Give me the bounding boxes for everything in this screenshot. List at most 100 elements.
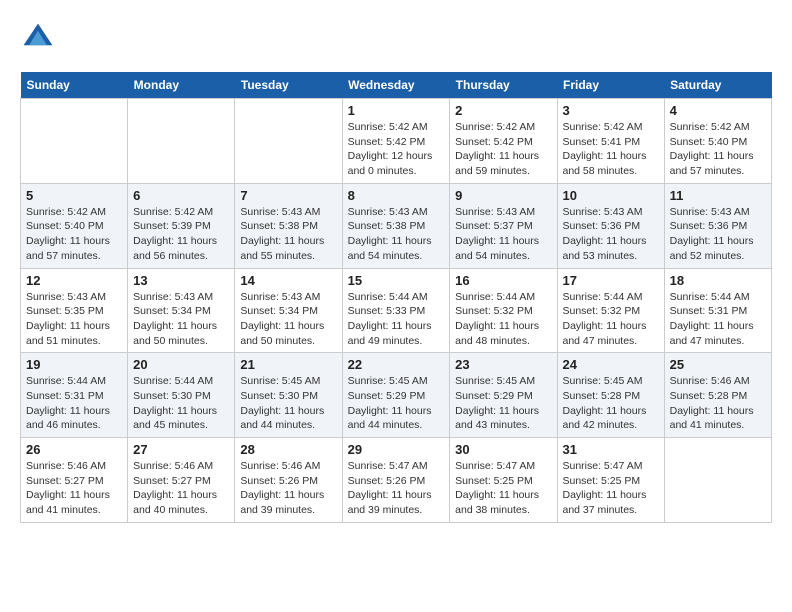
calendar-cell: 8 Sunrise: 5:43 AM Sunset: 5:38 PM Daylig…	[342, 183, 450, 268]
weekday-header-friday: Friday	[557, 72, 664, 99]
day-number: 20	[133, 357, 229, 372]
day-number: 15	[348, 273, 445, 288]
week-row-4: 19 Sunrise: 5:44 AM Sunset: 5:31 PM Dayli…	[21, 353, 772, 438]
day-info: Sunrise: 5:47 AM Sunset: 5:25 PM Dayligh…	[455, 459, 551, 518]
day-number: 22	[348, 357, 445, 372]
day-number: 9	[455, 188, 551, 203]
weekday-header-sunday: Sunday	[21, 72, 128, 99]
day-info: Sunrise: 5:44 AM Sunset: 5:33 PM Dayligh…	[348, 290, 445, 349]
day-info: Sunrise: 5:46 AM Sunset: 5:27 PM Dayligh…	[26, 459, 122, 518]
calendar-cell: 26 Sunrise: 5:46 AM Sunset: 5:27 PM Dayli…	[21, 438, 128, 523]
day-info: Sunrise: 5:42 AM Sunset: 5:42 PM Dayligh…	[455, 120, 551, 179]
calendar-cell: 1Sunrise: 5:42 AM Sunset: 5:42 PM Daylig…	[342, 99, 450, 184]
calendar-cell: 28 Sunrise: 5:46 AM Sunset: 5:26 PM Dayli…	[235, 438, 342, 523]
calendar-cell: 5Sunrise: 5:42 AM Sunset: 5:40 PM Daylig…	[21, 183, 128, 268]
day-number: 6	[133, 188, 229, 203]
calendar-cell: 11 Sunrise: 5:43 AM Sunset: 5:36 PM Dayli…	[664, 183, 771, 268]
day-number: 4	[670, 103, 766, 118]
calendar-cell	[21, 99, 128, 184]
calendar-cell: 13 Sunrise: 5:43 AM Sunset: 5:34 PM Dayli…	[128, 268, 235, 353]
logo-icon	[20, 20, 56, 56]
calendar-cell: 29 Sunrise: 5:47 AM Sunset: 5:26 PM Dayli…	[342, 438, 450, 523]
day-info: Sunrise: 5:44 AM Sunset: 5:31 PM Dayligh…	[26, 374, 122, 433]
day-number: 14	[240, 273, 336, 288]
calendar-table: SundayMondayTuesdayWednesdayThursdayFrid…	[20, 72, 772, 523]
day-info: Sunrise: 5:43 AM Sunset: 5:38 PM Dayligh…	[348, 205, 445, 264]
day-number: 27	[133, 442, 229, 457]
calendar-cell: 6 Sunrise: 5:42 AM Sunset: 5:39 PM Daylig…	[128, 183, 235, 268]
day-info: Sunrise: 5:45 AM Sunset: 5:29 PM Dayligh…	[348, 374, 445, 433]
day-number: 21	[240, 357, 336, 372]
day-number: 25	[670, 357, 766, 372]
page-header	[20, 20, 772, 56]
day-info: Sunrise: 5:42 AM Sunset: 5:41 PM Dayligh…	[563, 120, 659, 179]
calendar-cell: 10Sunrise: 5:43 AM Sunset: 5:36 PM Dayli…	[557, 183, 664, 268]
calendar-cell: 24 Sunrise: 5:45 AM Sunset: 5:28 PM Dayli…	[557, 353, 664, 438]
week-row-1: 1 Sunrise: 5:42 AM Sunset: 5:42 PM Daylig…	[21, 99, 772, 184]
calendar-cell	[128, 99, 235, 184]
calendar-cell: 4Sunrise: 5:42 AM Sunset: 5:40 PM Daylig…	[664, 99, 771, 184]
day-number: 11	[670, 188, 766, 203]
calendar-cell: 3 Sunrise: 5:42 AM Sunset: 5:41 PM Daylig…	[557, 99, 664, 184]
weekday-header-saturday: Saturday	[664, 72, 771, 99]
day-number: 31	[563, 442, 659, 457]
calendar-cell: 30 Sunrise: 5:47 AM Sunset: 5:25 PM Dayli…	[450, 438, 557, 523]
day-info: Sunrise: 5:46 AM Sunset: 5:27 PM Dayligh…	[133, 459, 229, 518]
day-info: Sunrise: 5:45 AM Sunset: 5:28 PM Dayligh…	[563, 374, 659, 433]
calendar-cell: 18Sunrise: 5:44 AM Sunset: 5:31 PM Dayli…	[664, 268, 771, 353]
day-info: Sunrise: 5:42 AM Sunset: 5:39 PM Dayligh…	[133, 205, 229, 264]
day-number: 17	[563, 273, 659, 288]
day-number: 3	[563, 103, 659, 118]
day-number: 18	[670, 273, 766, 288]
day-number: 29	[348, 442, 445, 457]
day-info: Sunrise: 5:43 AM Sunset: 5:34 PM Dayligh…	[133, 290, 229, 349]
weekday-header-tuesday: Tuesday	[235, 72, 342, 99]
calendar-cell	[664, 438, 771, 523]
weekday-header-row: SundayMondayTuesdayWednesdayThursdayFrid…	[21, 72, 772, 99]
day-info: Sunrise: 5:43 AM Sunset: 5:38 PM Dayligh…	[240, 205, 336, 264]
day-number: 13	[133, 273, 229, 288]
day-number: 19	[26, 357, 122, 372]
day-number: 1	[348, 103, 445, 118]
day-info: Sunrise: 5:43 AM Sunset: 5:34 PM Dayligh…	[240, 290, 336, 349]
calendar-cell	[235, 99, 342, 184]
week-row-2: 5Sunrise: 5:42 AM Sunset: 5:40 PM Daylig…	[21, 183, 772, 268]
day-info: Sunrise: 5:46 AM Sunset: 5:28 PM Dayligh…	[670, 374, 766, 433]
calendar-cell: 22 Sunrise: 5:45 AM Sunset: 5:29 PM Dayli…	[342, 353, 450, 438]
calendar-cell: 20 Sunrise: 5:44 AM Sunset: 5:30 PM Dayli…	[128, 353, 235, 438]
calendar-cell: 17 Sunrise: 5:44 AM Sunset: 5:32 PM Dayli…	[557, 268, 664, 353]
calendar-cell: 2 Sunrise: 5:42 AM Sunset: 5:42 PM Daylig…	[450, 99, 557, 184]
calendar-cell: 23 Sunrise: 5:45 AM Sunset: 5:29 PM Dayli…	[450, 353, 557, 438]
day-number: 23	[455, 357, 551, 372]
calendar-cell: 14 Sunrise: 5:43 AM Sunset: 5:34 PM Dayli…	[235, 268, 342, 353]
calendar-cell: 12Sunrise: 5:43 AM Sunset: 5:35 PM Dayli…	[21, 268, 128, 353]
day-info: Sunrise: 5:46 AM Sunset: 5:26 PM Dayligh…	[240, 459, 336, 518]
calendar-cell: 31Sunrise: 5:47 AM Sunset: 5:25 PM Dayli…	[557, 438, 664, 523]
day-number: 8	[348, 188, 445, 203]
day-info: Sunrise: 5:44 AM Sunset: 5:32 PM Dayligh…	[455, 290, 551, 349]
day-info: Sunrise: 5:43 AM Sunset: 5:36 PM Dayligh…	[563, 205, 659, 264]
day-number: 30	[455, 442, 551, 457]
week-row-3: 12Sunrise: 5:43 AM Sunset: 5:35 PM Dayli…	[21, 268, 772, 353]
day-info: Sunrise: 5:44 AM Sunset: 5:30 PM Dayligh…	[133, 374, 229, 433]
week-row-5: 26 Sunrise: 5:46 AM Sunset: 5:27 PM Dayli…	[21, 438, 772, 523]
calendar-cell: 21Sunrise: 5:45 AM Sunset: 5:30 PM Dayli…	[235, 353, 342, 438]
day-info: Sunrise: 5:42 AM Sunset: 5:40 PM Dayligh…	[26, 205, 122, 264]
day-info: Sunrise: 5:45 AM Sunset: 5:29 PM Dayligh…	[455, 374, 551, 433]
day-number: 28	[240, 442, 336, 457]
logo	[20, 20, 62, 56]
day-number: 2	[455, 103, 551, 118]
calendar-cell: 25 Sunrise: 5:46 AM Sunset: 5:28 PM Dayli…	[664, 353, 771, 438]
calendar-cell: 9 Sunrise: 5:43 AM Sunset: 5:37 PM Daylig…	[450, 183, 557, 268]
day-number: 24	[563, 357, 659, 372]
calendar-cell: 27 Sunrise: 5:46 AM Sunset: 5:27 PM Dayli…	[128, 438, 235, 523]
weekday-header-thursday: Thursday	[450, 72, 557, 99]
day-info: Sunrise: 5:44 AM Sunset: 5:32 PM Dayligh…	[563, 290, 659, 349]
day-number: 7	[240, 188, 336, 203]
day-number: 26	[26, 442, 122, 457]
day-number: 12	[26, 273, 122, 288]
day-info: Sunrise: 5:47 AM Sunset: 5:26 PM Dayligh…	[348, 459, 445, 518]
calendar-cell: 7 Sunrise: 5:43 AM Sunset: 5:38 PM Daylig…	[235, 183, 342, 268]
day-info: Sunrise: 5:43 AM Sunset: 5:37 PM Dayligh…	[455, 205, 551, 264]
day-info: Sunrise: 5:43 AM Sunset: 5:36 PM Dayligh…	[670, 205, 766, 264]
